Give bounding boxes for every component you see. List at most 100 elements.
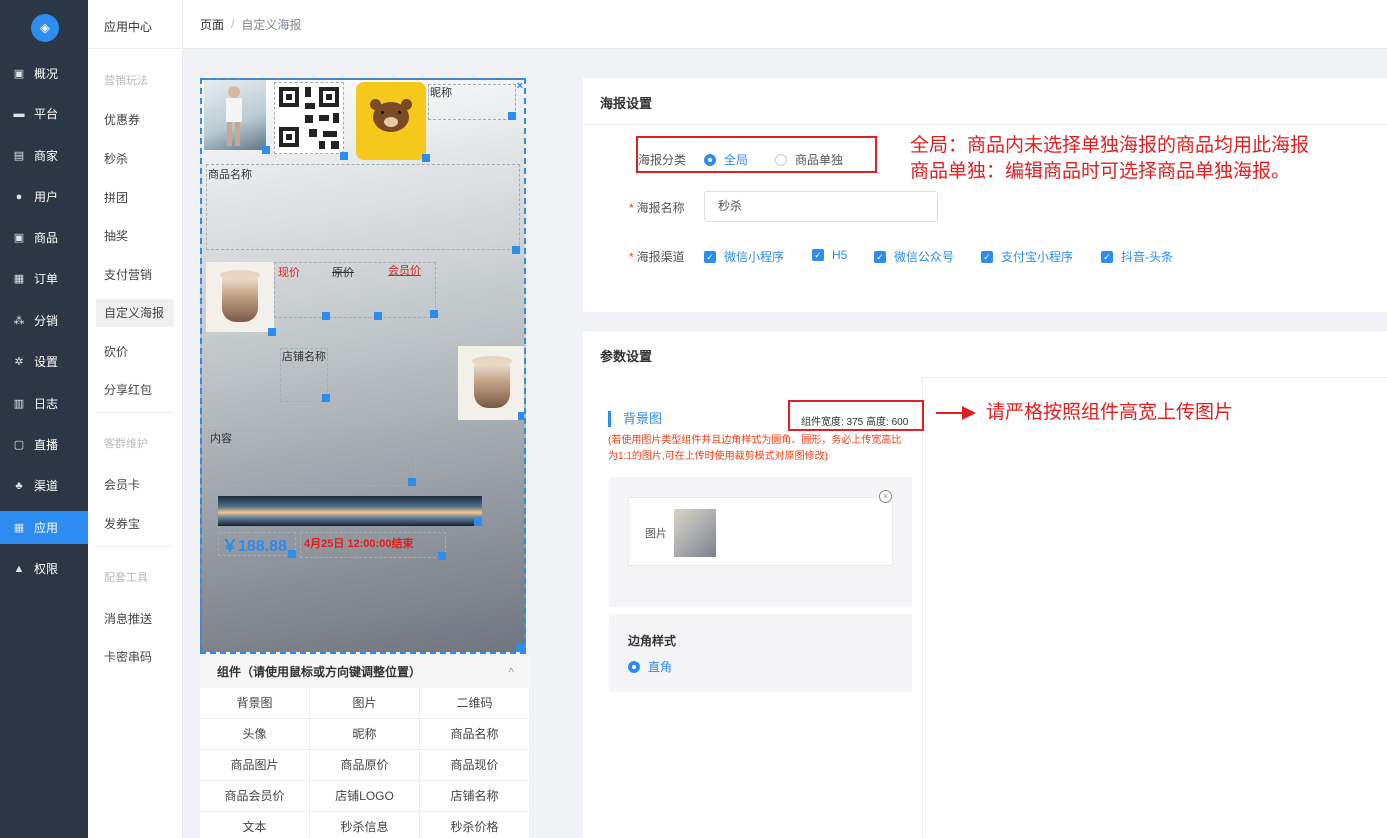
components-title: 组件（请使用鼠标或方向键调整位置） <box>217 665 422 679</box>
submenu-item[interactable]: 秒杀 <box>96 145 174 173</box>
nav-item[interactable]: ▦ 应用 <box>0 511 88 544</box>
apps-icon: ▦ <box>13 522 25 534</box>
resize-handle[interactable] <box>512 246 520 254</box>
poster-name-input[interactable]: 秒杀 <box>704 191 938 222</box>
nav-item[interactable]: ▤ 商家 <box>0 139 88 172</box>
component-button[interactable]: 昵称 <box>310 719 420 750</box>
goods-icon: ▣ <box>13 232 25 244</box>
resize-handle[interactable] <box>340 152 348 160</box>
seckill-time-text: 4月25日 12:00:00结束 <box>304 538 414 550</box>
nav-item[interactable]: ⁂ 分销 <box>0 304 88 337</box>
annotation-line-2: 商品单独：编辑商品时可选择商品单独海报。 <box>910 161 1291 182</box>
submenu-item[interactable]: 砍价 <box>96 338 174 366</box>
resize-handle[interactable] <box>430 310 438 318</box>
background-section-title: 背景图 <box>608 411 662 427</box>
corner-right-angle-radio[interactable]: 直角 <box>628 658 672 675</box>
component-button[interactable]: 商品图片 <box>200 750 310 781</box>
original-price-label: 原价 <box>332 267 354 279</box>
submenu-item[interactable]: 自定义海报 <box>96 299 174 327</box>
shop-name-text: 店铺名称 <box>282 351 326 363</box>
component-button[interactable]: 商品原价 <box>310 750 420 781</box>
resize-handle[interactable] <box>322 312 330 320</box>
resize-handle[interactable] <box>408 478 416 486</box>
submenu-item[interactable]: 卡密串码 <box>96 643 174 671</box>
component-button[interactable]: 秒杀价格 <box>420 812 530 838</box>
user-icon: ● <box>15 190 23 203</box>
component-button[interactable]: 图片 <box>310 688 420 719</box>
nav-item[interactable]: ▦ 订单 <box>0 262 88 295</box>
channel-h5-checkbox[interactable]: ✓ H5 <box>812 248 847 262</box>
submenu-item[interactable]: 优惠券 <box>96 106 174 134</box>
submenu-title: 应用中心 <box>104 20 153 34</box>
nav-item[interactable]: ▲ 权限 <box>0 552 88 585</box>
shop-logo-image[interactable] <box>458 346 524 420</box>
check-icon: ✓ <box>812 249 824 261</box>
background-thumbnail[interactable] <box>674 509 716 557</box>
nav-item[interactable]: ✲ 设置 <box>0 345 88 378</box>
resize-handle[interactable] <box>262 146 270 154</box>
component-button[interactable]: 商品现价 <box>420 750 530 781</box>
channel-wechat-mini-checkbox[interactable]: ✓ 微信小程序 <box>704 248 784 265</box>
component-button[interactable]: 店铺LOGO <box>310 781 420 812</box>
poster-canvas[interactable]: × 昵称 商品名称 现价 原价 会员价 店铺名称 内容 ￥188.88 4月25… <box>200 78 526 654</box>
poster-settings-title: 海报设置 <box>600 96 653 111</box>
component-button[interactable]: 秒杀信息 <box>310 812 420 838</box>
resize-handle[interactable] <box>516 644 524 652</box>
submenu-item[interactable]: 发券宝 <box>96 510 174 538</box>
qrcode-image[interactable] <box>274 82 344 154</box>
content-box[interactable] <box>208 430 416 486</box>
resize-handle[interactable] <box>518 412 524 420</box>
monitor-icon: ▣ <box>13 68 25 80</box>
component-button[interactable]: 文本 <box>200 812 310 838</box>
submenu-item[interactable]: 支付营销 <box>96 261 174 289</box>
goods-image[interactable] <box>206 262 274 332</box>
nav-item[interactable]: ▣ 商品 <box>0 221 88 254</box>
breadcrumb-root[interactable]: 页面 <box>200 16 224 33</box>
component-button[interactable]: 店铺名称 <box>420 781 530 812</box>
resize-handle[interactable] <box>322 394 330 402</box>
nav-item-label: 分销 <box>34 314 59 328</box>
goods-name-box[interactable] <box>206 164 520 250</box>
submenu-item[interactable]: 分享红包 <box>96 376 174 404</box>
components-header[interactable]: 组件（请使用鼠标或方向键调整位置） ^ <box>200 656 530 688</box>
app-logo-icon[interactable]: ◈ <box>31 14 59 42</box>
component-button[interactable]: 商品会员价 <box>200 781 310 812</box>
resize-handle[interactable] <box>288 550 296 558</box>
seckill-price-text: ￥188.88 <box>222 538 287 555</box>
channel-wechat-official-checkbox[interactable]: ✓ 微信公众号 <box>874 248 954 265</box>
submenu-item[interactable]: 会员卡 <box>96 471 174 499</box>
resize-handle[interactable] <box>474 518 482 526</box>
component-button[interactable]: 二维码 <box>420 688 530 719</box>
content-text: 内容 <box>210 433 232 445</box>
nav-item[interactable]: ▢ 直播 <box>0 428 88 461</box>
nav-item[interactable]: ▬ 平台 <box>0 97 88 130</box>
channel-alipay-mini-checkbox[interactable]: ✓ 支付宝小程序 <box>981 248 1073 265</box>
resize-handle[interactable] <box>508 112 516 120</box>
resize-handle[interactable] <box>422 154 430 162</box>
submenu-item[interactable]: 拼团 <box>96 184 174 212</box>
resize-handle[interactable] <box>438 552 446 560</box>
chevron-up-icon[interactable]: ^ <box>508 656 514 688</box>
log-icon: ▥ <box>13 398 25 410</box>
component-button[interactable]: 头像 <box>200 719 310 750</box>
banner-image[interactable] <box>218 496 482 526</box>
component-button[interactable]: 背景图 <box>200 688 310 719</box>
avatar-image[interactable] <box>204 80 266 150</box>
component-button[interactable]: 商品名称 <box>420 719 530 750</box>
resize-handle[interactable] <box>268 328 276 336</box>
nav-item-label: 日志 <box>34 397 59 411</box>
nav-item-label: 商品 <box>34 231 59 245</box>
submenu-item[interactable]: 消息推送 <box>96 605 174 633</box>
nav-item[interactable]: ▥ 日志 <box>0 387 88 420</box>
breadcrumb: 页面 / 自定义海报 <box>183 0 1387 49</box>
submenu-item[interactable]: 抽奖 <box>96 222 174 250</box>
remove-image-icon[interactable]: × <box>879 490 892 503</box>
channel-douyin-checkbox[interactable]: ✓ 抖音-头条 <box>1101 248 1173 265</box>
resize-handle[interactable] <box>374 312 382 320</box>
nav-item[interactable]: ● 用户 <box>0 180 88 213</box>
brown-bear-logo-image[interactable] <box>356 82 426 160</box>
close-icon[interactable]: × <box>517 80 523 92</box>
nav-item[interactable]: ▣ 概况 <box>0 57 88 90</box>
breadcrumb-separator: / <box>231 17 235 31</box>
nav-item[interactable]: ♣ 渠道 <box>0 469 88 502</box>
